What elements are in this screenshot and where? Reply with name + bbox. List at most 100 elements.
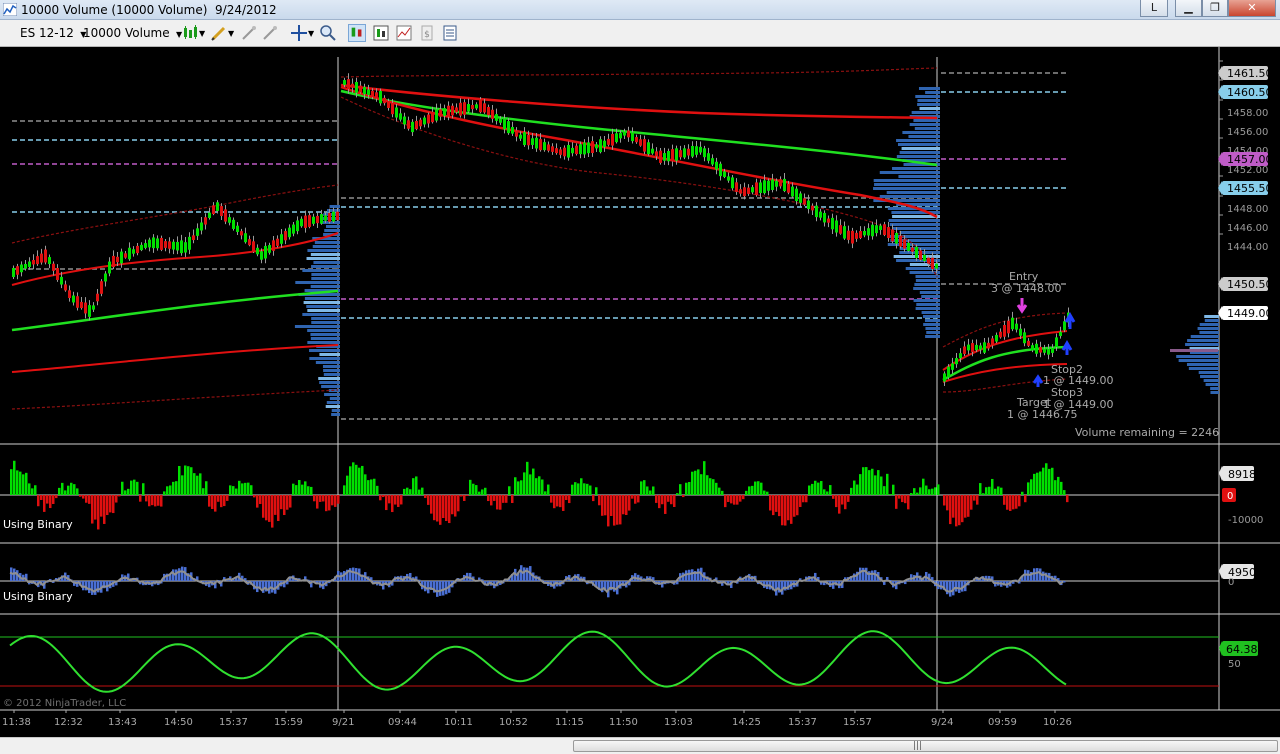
bar-type-icon[interactable] xyxy=(181,24,199,42)
profile-bar xyxy=(307,341,340,344)
indicators-icon[interactable] xyxy=(441,24,459,42)
histogram-bar xyxy=(829,485,832,495)
histogram-bar xyxy=(685,482,688,495)
crosshair-icon[interactable] xyxy=(290,24,308,42)
histogram-bar xyxy=(1006,495,1009,510)
strategy-icon[interactable] xyxy=(395,24,413,42)
histogram-bar xyxy=(214,495,217,512)
histogram-bar xyxy=(241,483,244,495)
histogram-bar xyxy=(424,495,427,498)
histogram-bar xyxy=(1036,568,1039,581)
profile-bar xyxy=(892,167,940,170)
histogram-bar xyxy=(877,470,880,495)
histogram-bar xyxy=(376,485,379,495)
zoom-icon[interactable] xyxy=(319,24,337,42)
histogram-bar xyxy=(751,485,754,495)
histogram-bar xyxy=(616,495,619,525)
histogram-bar xyxy=(766,491,769,495)
horizontal-scrollbar[interactable]: ||| xyxy=(0,737,1280,754)
histogram-bar xyxy=(592,495,595,502)
histogram-bar xyxy=(622,495,625,515)
histogram-bar xyxy=(709,478,712,495)
profile-bar xyxy=(917,103,940,106)
histogram-bar xyxy=(976,495,979,505)
histogram-bar xyxy=(793,495,796,517)
histogram-bar xyxy=(49,495,52,509)
histogram-bar xyxy=(700,474,703,495)
instrument-selector[interactable]: ES 12-12 ▼ xyxy=(20,26,86,40)
histogram-bar xyxy=(961,495,964,523)
histogram-bar xyxy=(463,495,466,501)
histogram-bar xyxy=(484,487,487,495)
chevron-down-icon[interactable]: ▼ xyxy=(199,29,205,38)
profile-bar xyxy=(1198,371,1219,374)
histogram-bar xyxy=(202,488,205,495)
histogram-bar xyxy=(628,495,631,511)
histogram-bar xyxy=(910,492,913,495)
histogram-bar xyxy=(886,473,889,495)
histogram-bar xyxy=(745,490,748,495)
histogram-bar xyxy=(850,487,853,495)
histogram-bar xyxy=(577,483,580,495)
wand-icon[interactable] xyxy=(261,24,279,42)
histogram-bar xyxy=(646,486,649,495)
histogram-bar xyxy=(178,568,181,581)
histogram-bar xyxy=(217,495,220,502)
chevron-down-icon[interactable]: ▼ xyxy=(228,29,234,38)
close-button[interactable]: ✕ xyxy=(1228,0,1276,17)
histogram-bar xyxy=(61,482,64,495)
histogram-bar xyxy=(937,484,940,495)
histogram-bar xyxy=(457,495,460,512)
scrollbar-thumb[interactable] xyxy=(573,740,1278,752)
histogram-bar xyxy=(667,495,670,502)
chevron-down-icon[interactable]: ▼ xyxy=(308,29,314,38)
histogram-bar xyxy=(898,495,901,499)
profile-bar xyxy=(922,315,940,318)
histogram-bar xyxy=(337,495,340,504)
histogram-bar xyxy=(997,486,1000,495)
profile-bar xyxy=(1176,355,1219,358)
profile-bar xyxy=(913,119,940,122)
histogram-bar xyxy=(862,567,865,581)
histogram-bar xyxy=(379,495,382,501)
histogram-bar xyxy=(655,495,658,503)
minimize-button[interactable]: ▁ xyxy=(1175,0,1202,17)
properties-icon[interactable]: $ xyxy=(418,24,436,42)
histogram-bar xyxy=(235,488,238,495)
histogram-bar xyxy=(397,495,400,507)
panel3-label: Using Binary xyxy=(3,590,73,603)
data-box-icon[interactable] xyxy=(372,24,390,42)
link-button[interactable]: L xyxy=(1140,0,1168,17)
histogram-bar xyxy=(22,474,25,495)
svg-text:1457.00: 1457.00 xyxy=(1227,153,1273,166)
chart-trader-icon[interactable] xyxy=(348,24,366,42)
histogram-bar xyxy=(907,495,910,510)
histogram-bar xyxy=(211,495,214,509)
wand-icon[interactable] xyxy=(240,24,258,42)
histogram-bar xyxy=(979,483,982,495)
histogram-bar xyxy=(97,495,100,530)
histogram-bar xyxy=(682,495,685,498)
time-tick: 15:37 xyxy=(219,717,248,728)
interval-selector[interactable]: 10000 Volume ▼ xyxy=(83,26,182,40)
histogram-bar xyxy=(841,495,844,505)
histogram-bar xyxy=(412,478,415,495)
profile-bar xyxy=(911,111,940,114)
histogram-bar xyxy=(409,489,412,495)
profile-bar xyxy=(314,241,340,244)
profile-bar xyxy=(1200,375,1219,378)
histogram-bar xyxy=(544,491,547,495)
histogram-bar xyxy=(742,495,745,500)
chart-canvas[interactable]: Entry 3 @ 1448.00 Stop2 1 @ 1449.00 Stop… xyxy=(0,47,1280,737)
histogram-bar xyxy=(265,495,268,521)
histogram-bar xyxy=(892,484,895,495)
histogram-bar xyxy=(718,487,721,495)
price-marker: 1449.00 xyxy=(1218,306,1273,320)
histogram-bar xyxy=(124,490,127,495)
target-detail: 1 @ 1446.75 xyxy=(1007,408,1077,421)
histogram-bar xyxy=(631,495,634,499)
histogram-bar xyxy=(757,481,760,495)
draw-pencil-icon[interactable] xyxy=(210,24,228,42)
histogram-bar xyxy=(421,487,424,495)
restore-button[interactable]: ❐ xyxy=(1202,0,1228,17)
